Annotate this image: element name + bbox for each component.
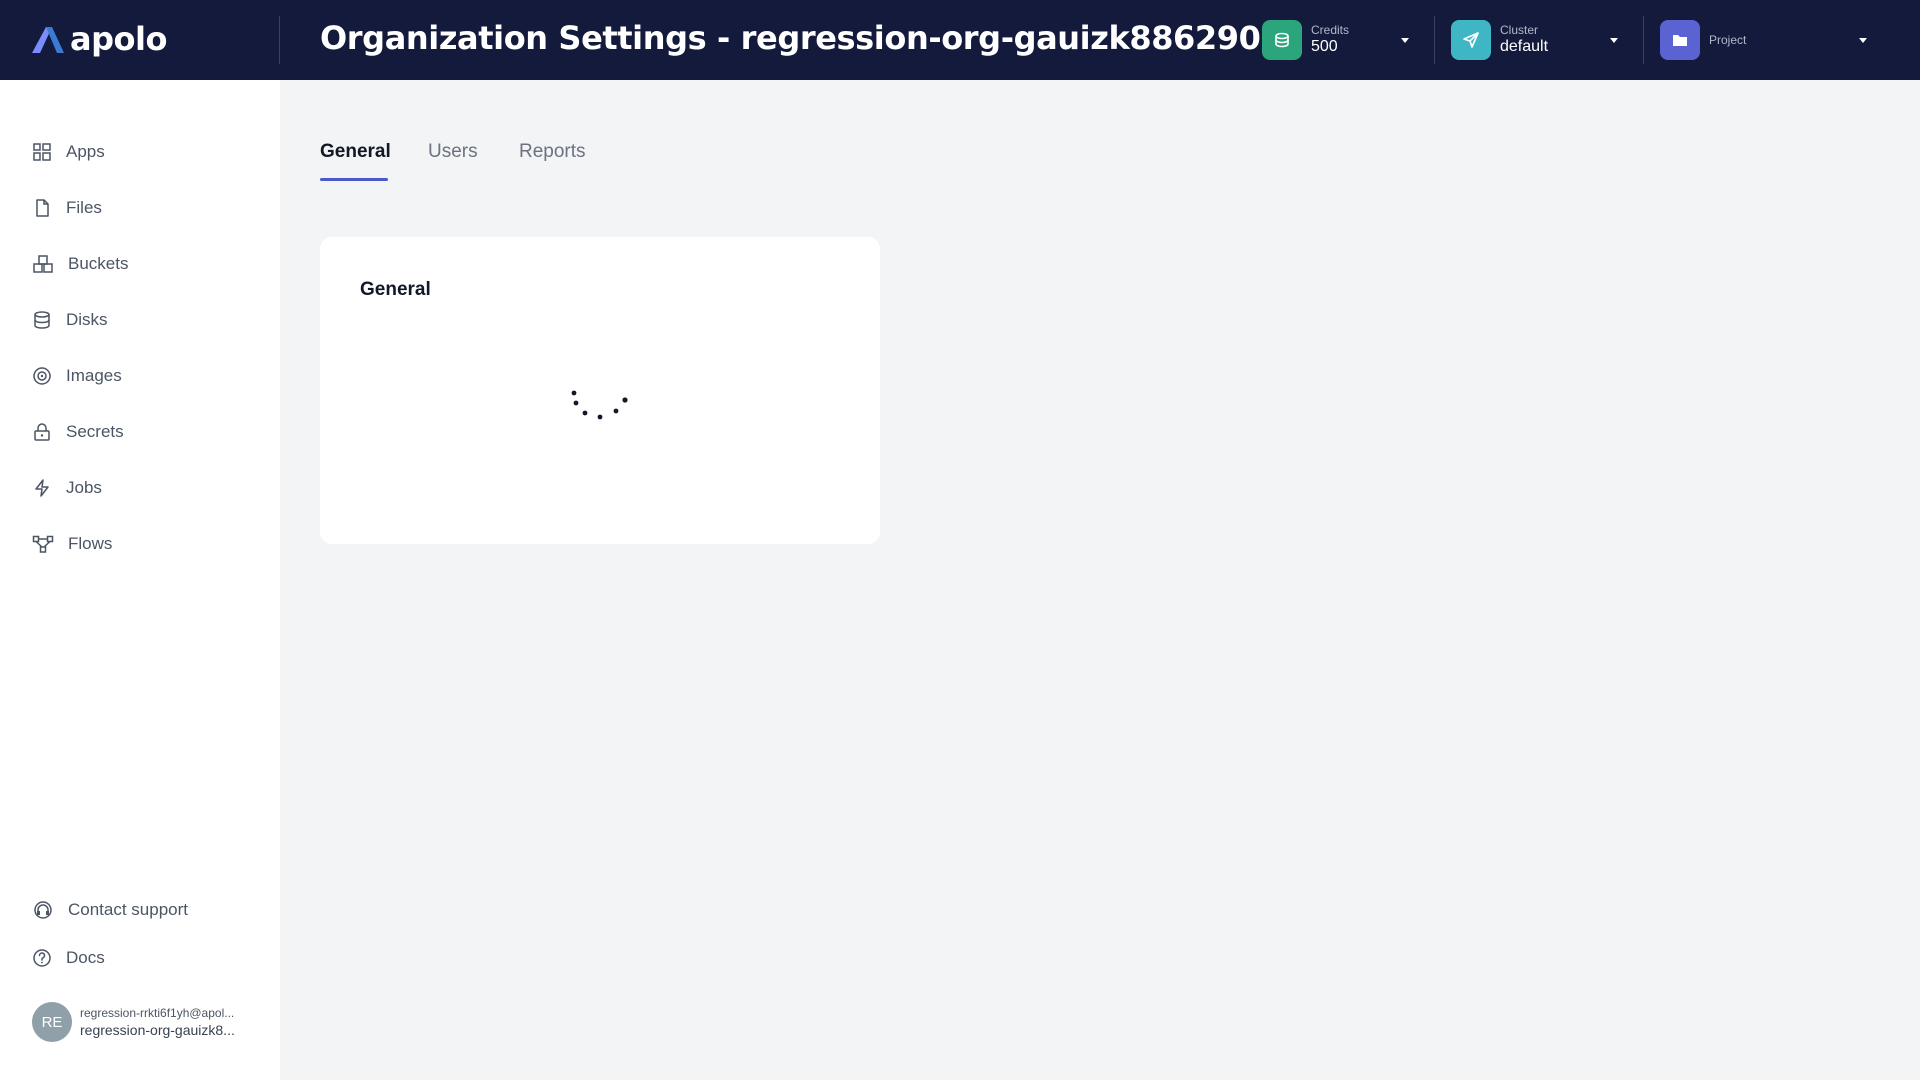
card-title: General (360, 279, 431, 300)
header-divider-credits (1434, 16, 1435, 64)
sidebar-item-images[interactable]: Images (32, 361, 122, 391)
contact-support-label: Contact support (68, 900, 189, 919)
sidebar-item-label: Secrets (66, 422, 124, 441)
lightning-icon (35, 479, 49, 497)
cluster-label: Cluster (1500, 23, 1539, 37)
headset-icon (34, 901, 52, 919)
sidebar-item-buckets[interactable]: Buckets (32, 249, 128, 279)
tab-users[interactable]: Users (428, 141, 478, 163)
sidebar-item-disks[interactable]: Disks (32, 305, 108, 335)
user-org: regression-org-gauizk8... (80, 1022, 235, 1038)
credits-chevron-down-icon[interactable] (1401, 38, 1409, 43)
file-icon (36, 199, 49, 217)
credits-label: Credits (1311, 23, 1350, 37)
loading-spinner-icon (571, 390, 628, 420)
help-circle-icon (33, 949, 51, 967)
user-email: regression-rrkti6f1yh@apol... (80, 1006, 235, 1020)
sidebar-item-label: Images (66, 366, 122, 385)
top-header: apolo Organization Settings - regression… (0, 0, 1920, 80)
credits-selector[interactable]: Credits 500 (1262, 20, 1349, 60)
flow-icon (32, 535, 54, 553)
sidebar-item-label: Disks (66, 310, 108, 329)
sidebar-item-label: Buckets (68, 254, 129, 273)
credits-value: 500 (1311, 38, 1338, 55)
folder-icon (1660, 20, 1700, 60)
active-tab-indicator (320, 178, 388, 181)
avatar: RE (32, 1002, 72, 1042)
sidebar-item-apps[interactable]: Apps (32, 137, 105, 167)
lock-icon (34, 423, 50, 441)
coins-icon (1262, 20, 1302, 60)
cluster-selector[interactable]: Cluster default (1451, 20, 1548, 60)
sidebar-item-label: Files (66, 198, 102, 217)
tab-general[interactable]: General (320, 141, 391, 163)
cluster-chevron-down-icon[interactable] (1610, 38, 1618, 43)
buckets-icon (33, 255, 53, 273)
user-menu[interactable]: RE regression-rrkti6f1yh@apol... regress… (32, 1002, 250, 1042)
project-label: Project (1709, 33, 1747, 47)
sidebar-item-flows[interactable]: Flows (32, 529, 112, 559)
contact-support-link[interactable]: Contact support (32, 895, 188, 925)
apolo-logo[interactable]: apolo (30, 18, 167, 60)
database-icon (34, 311, 50, 329)
general-card: General (320, 237, 880, 544)
image-disc-icon (33, 367, 51, 385)
sidebar-item-secrets[interactable]: Secrets (32, 417, 124, 447)
project-chevron-down-icon[interactable] (1859, 38, 1867, 43)
sidebar-item-label: Flows (68, 534, 113, 553)
sidebar-item-label: Jobs (66, 478, 102, 497)
sidebar-item-label: Apps (66, 142, 105, 161)
docs-link[interactable]: Docs (32, 943, 105, 973)
apps-grid-icon (33, 143, 51, 161)
tab-reports[interactable]: Reports (519, 141, 586, 163)
page-title: Organization Settings - regression-org-g… (320, 19, 1261, 57)
logo-text: apolo (70, 20, 167, 58)
sidebar-item-files[interactable]: Files (32, 193, 102, 223)
apolo-logo-icon (32, 27, 64, 53)
sidebar-item-jobs[interactable]: Jobs (32, 473, 102, 503)
header-divider-cluster (1643, 16, 1644, 64)
cluster-value: default (1500, 38, 1549, 55)
sidebar: Apps Files Buckets Disks Images Secrets … (0, 80, 280, 1080)
header-divider (279, 16, 280, 64)
docs-label: Docs (66, 948, 105, 967)
send-icon (1451, 20, 1491, 60)
project-selector[interactable]: Project (1660, 20, 1746, 60)
